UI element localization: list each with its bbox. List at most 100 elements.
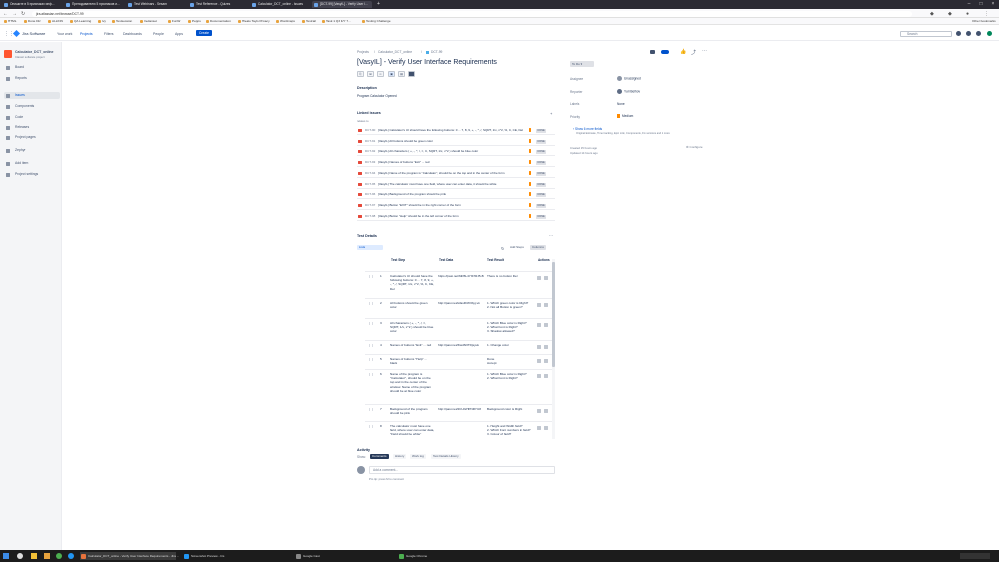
linked-issue-row[interactable]: DCT-94 [VasyIL] Name of the program is "C…: [357, 169, 555, 178]
test-step-row[interactable]: ⋮⋮ 2 All buttons should be green color h…: [365, 298, 553, 318]
browser-tab[interactable]: Test Reference - Quizes: [188, 1, 246, 8]
edit-icon[interactable]: [537, 276, 541, 280]
bookmark[interactable]: Done Diz: [24, 19, 41, 24]
like-icon[interactable]: 👍: [680, 49, 686, 55]
delete-icon[interactable]: [544, 345, 548, 349]
test-step-row[interactable]: ⋮⋮ 7 Background of the program should be…: [365, 404, 553, 421]
labels-value[interactable]: None: [617, 102, 625, 106]
nav-dashboards[interactable]: Dashboards: [123, 32, 142, 36]
settings-icon[interactable]: [976, 31, 981, 36]
linked-issue-row[interactable]: DCT-91 [VasyIL] All buttons should be gre…: [357, 137, 555, 146]
browser-tab[interactable]: Преподавателю 5 признаков и...: [64, 1, 122, 8]
edit-icon[interactable]: [537, 345, 541, 349]
linked-issue-row[interactable]: DCT-93 [VasyIL] Names of buttons "Exit" .…: [357, 158, 555, 167]
bookmark[interactable]: Ivy: [98, 19, 106, 24]
browser-tab-active[interactable]: [DCT-99] [VasyIL] - Verify User I...: [312, 1, 372, 8]
reload-icon[interactable]: ↻: [21, 11, 25, 17]
tab-history[interactable]: History: [393, 454, 407, 459]
attach-icon[interactable]: ⎘: [357, 71, 364, 77]
share-icon[interactable]: ⤴: [691, 49, 696, 56]
bookmark[interactable]: Task 1 Q3 F/Y 7...: [322, 19, 351, 24]
new-tab-button[interactable]: +: [375, 1, 385, 8]
nav-projects[interactable]: Projects: [80, 32, 93, 36]
watch-icon[interactable]: [661, 50, 669, 54]
forward-icon[interactable]: →: [12, 11, 17, 17]
delete-icon[interactable]: [544, 426, 548, 430]
description-text[interactable]: Program Calculator Opened: [357, 94, 397, 98]
close-icon[interactable]: ×: [987, 0, 999, 9]
sidebar-item-releases[interactable]: Releases: [4, 124, 60, 131]
bookmark[interactable]: FunW: [168, 19, 180, 24]
col-test-step[interactable]: Test Step: [391, 258, 405, 262]
col-test-data[interactable]: Test Data: [439, 258, 453, 262]
sidebar-item-project-pages[interactable]: Project pages: [4, 134, 60, 141]
start-icon[interactable]: [3, 553, 9, 559]
test-step-row[interactable]: ⋮⋮ 8 The calculator must have one field,…: [365, 421, 553, 440]
sidebar-item-zephyr[interactable]: Zephyr: [4, 147, 60, 154]
extension-icon[interactable]: ◆: [948, 11, 952, 17]
app-icon[interactable]: [408, 71, 415, 77]
chrome-icon[interactable]: [56, 553, 62, 559]
linked-issue-row[interactable]: DCT-96 [VasyIL] Background of the program…: [357, 190, 555, 199]
delete-icon[interactable]: [544, 303, 548, 307]
edit-icon[interactable]: [537, 303, 541, 307]
child-issue-icon[interactable]: ⊞: [367, 71, 374, 77]
sidebar-item-reports[interactable]: Reports: [4, 75, 60, 82]
add-steps-button[interactable]: Add Steps: [508, 245, 526, 250]
sidebar-item-issues[interactable]: Issues: [4, 92, 60, 99]
bookmark[interactable]: HTML: [4, 19, 16, 24]
sidebar-item-project-settings[interactable]: Project settings: [4, 171, 60, 178]
linked-issue-row[interactable]: DCT-98 [VasyIL] Button "Help" should be i…: [357, 212, 555, 221]
zephyr-app-icon[interactable]: ▣: [388, 71, 395, 77]
test-step-row[interactable]: ⋮⋮ 3 All characters ( +, -, *, /, =, SQR…: [365, 318, 553, 340]
bookmark[interactable]: Documentation: [206, 19, 231, 24]
taskbar-item[interactable]: Google Cast: [295, 552, 335, 560]
reporter-value[interactable]: Yuri Belhov: [617, 89, 640, 94]
other-bookmarks[interactable]: Other bookmarks: [972, 19, 996, 24]
help-icon[interactable]: [966, 31, 971, 36]
details-view-select[interactable]: Lists: [357, 245, 383, 250]
bookmark[interactable]: Hlealo Tayis Privacy: [238, 19, 270, 24]
taskbar-item[interactable]: Google Chrome: [398, 552, 442, 560]
bookmark[interactable]: Wordmaps: [276, 19, 295, 24]
comment-input[interactable]: Add a comment...: [369, 466, 555, 474]
edge-icon[interactable]: [68, 553, 74, 559]
bookmark[interactable]: Pepps: [188, 19, 201, 24]
app-icon[interactable]: [44, 553, 50, 559]
tab-test-details-history[interactable]: Test Details History: [431, 454, 461, 459]
account-icon[interactable]: ●: [966, 11, 969, 17]
col-test-result[interactable]: Test Result: [487, 258, 504, 262]
address-bar[interactable]: jira.atlassian.net/browse/DCT-99: [32, 10, 912, 17]
search-icon[interactable]: [17, 553, 23, 559]
bookmark[interactable]: QA Learning: [70, 19, 91, 24]
nav-your-work[interactable]: Your work: [57, 32, 72, 36]
browser-tab[interactable]: Опишите в 5 признаках инф...: [2, 1, 60, 8]
status-dropdown[interactable]: To Do ▾: [570, 61, 594, 67]
create-button[interactable]: Create: [196, 30, 212, 36]
menu-icon[interactable]: ⋮: [984, 11, 989, 17]
browser-tab[interactable]: Calculator_DCT_online - Issues: [250, 1, 308, 8]
taskbar-item[interactable]: Screenshot Preview - Iris: [183, 552, 233, 560]
back-icon[interactable]: ←: [3, 11, 8, 17]
edit-icon[interactable]: [537, 359, 541, 363]
test-step-row[interactable]: ⋮⋮ 4 Names of buttons "Exit" ... red htt…: [365, 340, 553, 354]
sidebar-item-board[interactable]: Board: [4, 64, 60, 71]
bookmark[interactable]: Testrail: [302, 19, 316, 24]
tab-work-log[interactable]: Work log: [410, 454, 426, 459]
app-icon[interactable]: ▤: [398, 71, 405, 77]
scrollbar-thumb[interactable]: [552, 262, 555, 367]
breadcrumb-project[interactable]: Calculator_DCT_online: [378, 50, 412, 54]
delete-icon[interactable]: [544, 409, 548, 413]
test-step-row[interactable]: ⋮⋮ 5 Names of buttons "Help" ... black D…: [365, 354, 553, 369]
bookmark[interactable]: Iredanset: [140, 19, 157, 24]
sidebar-item-add-item[interactable]: Add item: [4, 160, 60, 167]
project-name[interactable]: Calculator_DCT_online: [15, 50, 54, 54]
system-tray[interactable]: [960, 553, 990, 559]
jira-logo-text[interactable]: Jira Software: [22, 31, 45, 36]
bookmark[interactable]: ALLINN: [48, 19, 63, 24]
columns-button[interactable]: Columns: [530, 245, 546, 250]
delete-icon[interactable]: [544, 323, 548, 327]
refresh-icon[interactable]: ↻: [501, 246, 504, 251]
edit-icon[interactable]: [537, 374, 541, 378]
edit-icon[interactable]: [537, 426, 541, 430]
